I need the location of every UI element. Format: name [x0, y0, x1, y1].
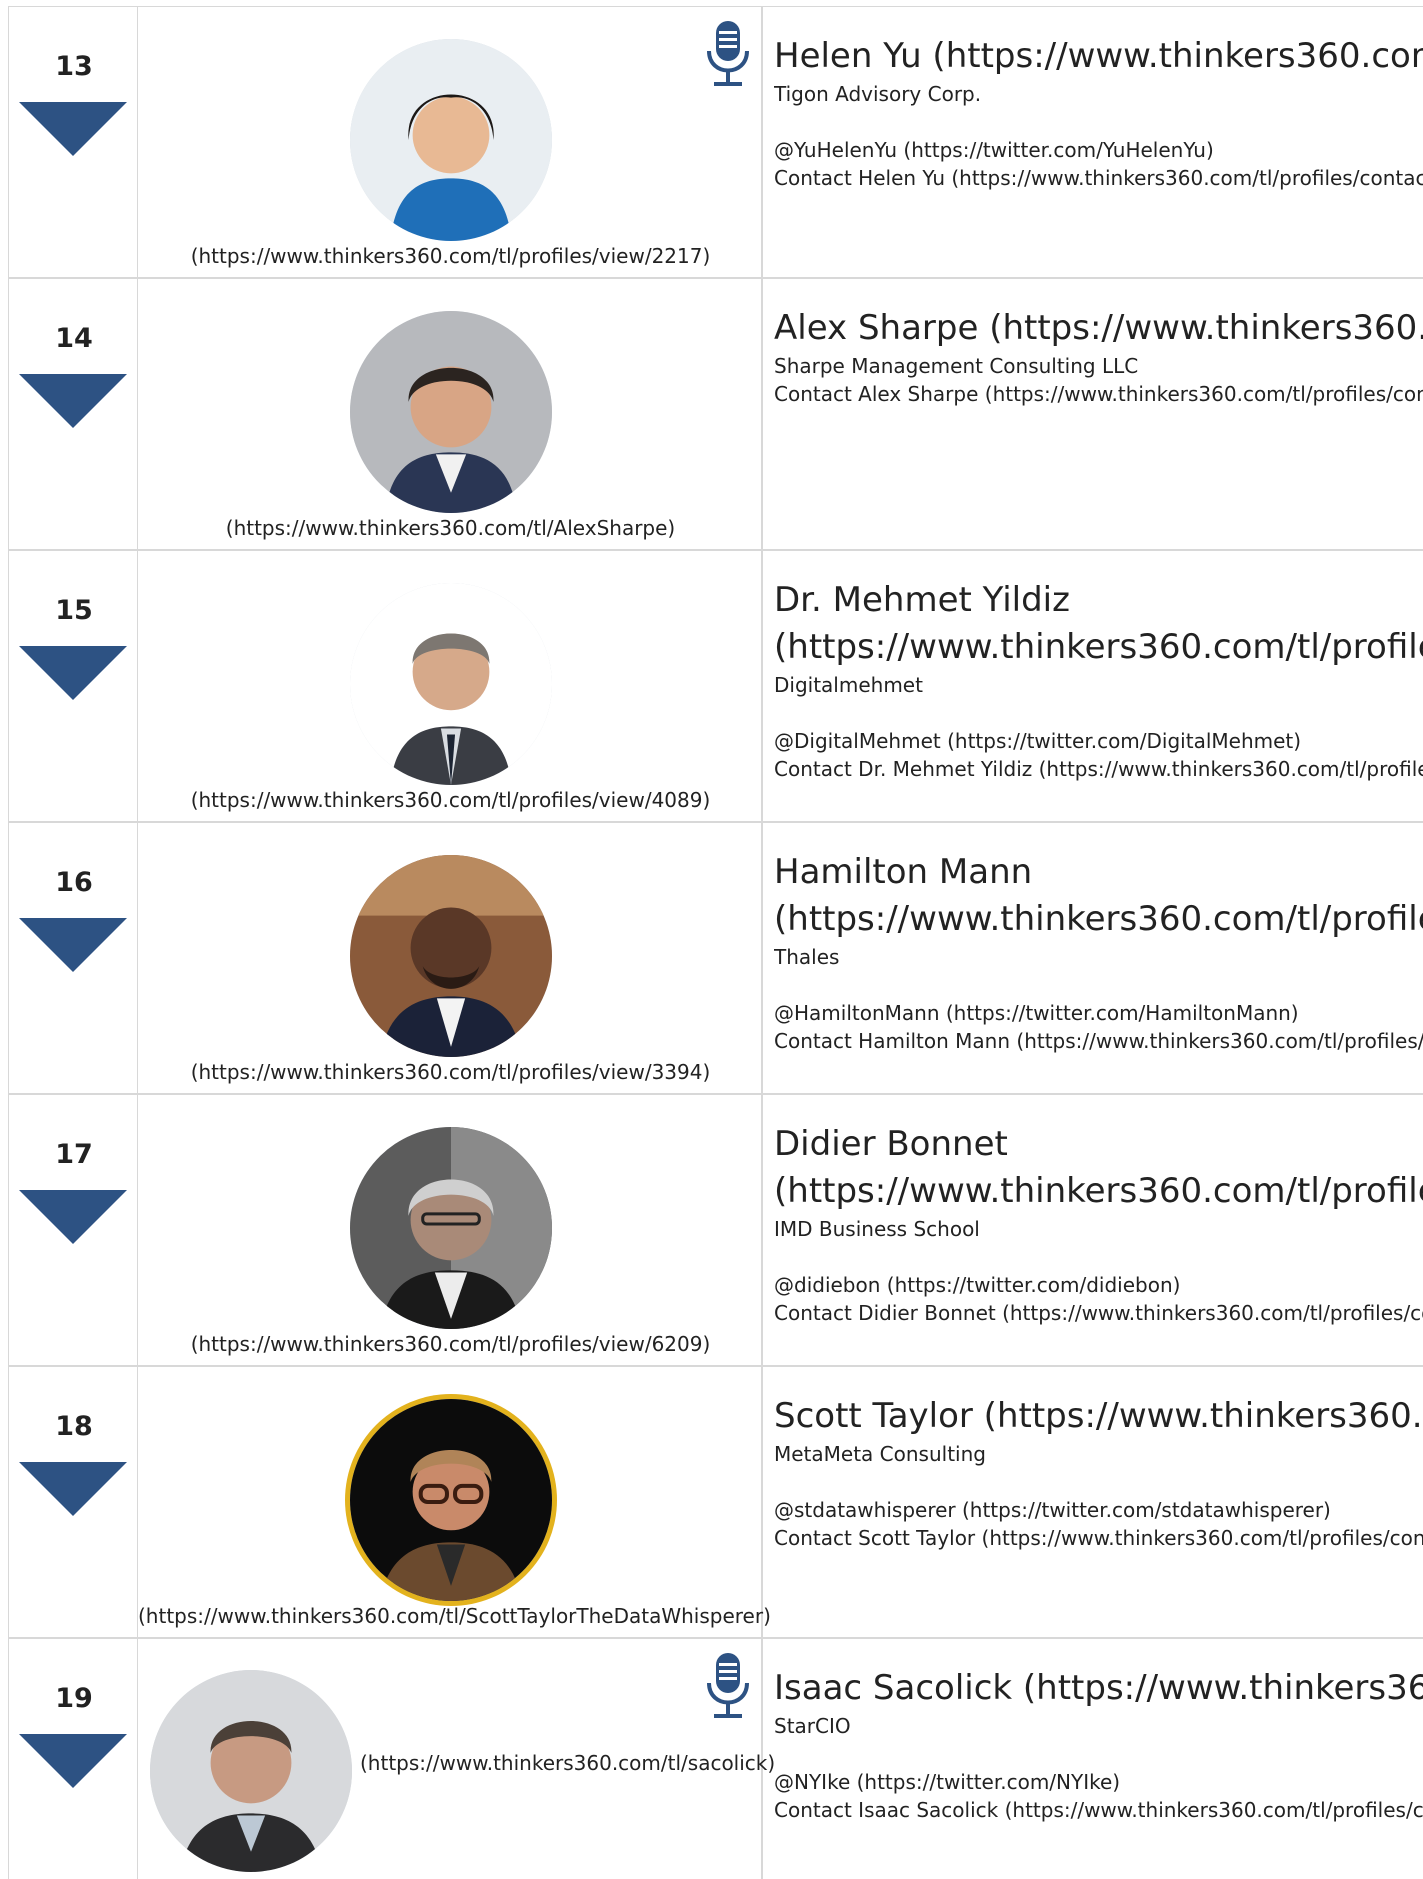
rank-number: 16: [55, 867, 93, 898]
profile-photo-link[interactable]: (https://www.thinkers360.com/tl/profiles…: [138, 788, 763, 812]
microphone-icon[interactable]: [705, 1651, 751, 1721]
contact-link[interactable]: Contact Didier Bonnet (https://www.think…: [774, 1299, 1423, 1327]
thinker-name-link[interactable]: Didier Bonnet (https://www.thinkers360.c…: [774, 1121, 1423, 1215]
table-row: 19 (https://www.thinkers360.com/tl/sacol…: [8, 1639, 1423, 1879]
contact-link[interactable]: Contact Alex Sharpe (https://www.thinker…: [774, 380, 1423, 408]
thinker-name-link[interactable]: Helen Yu (https://www.thinkers360.com/tl…: [774, 33, 1423, 80]
info-cell: Hamilton Mann (https://www.thinkers360.c…: [774, 823, 1423, 1093]
photo-cell: (https://www.thinkers360.com/tl/sacolick…: [138, 1639, 775, 1879]
contact-link[interactable]: Contact Isaac Sacolick (https://www.thin…: [774, 1796, 1423, 1824]
rank-number: 13: [55, 51, 93, 82]
down-triangle-icon[interactable]: [19, 1462, 127, 1516]
avatar[interactable]: [350, 583, 552, 785]
table-row: 16 (https://www.thinkers360.com/tl/profi…: [8, 823, 1423, 1095]
twitter-link[interactable]: @NYIke (https://twitter.com/NYIke): [774, 1768, 1423, 1796]
avatar[interactable]: [350, 1127, 552, 1329]
photo-cell: (https://www.thinkers360.com/tl/AlexShar…: [138, 279, 763, 549]
info-cell: Didier Bonnet (https://www.thinkers360.c…: [774, 1095, 1423, 1365]
company-name: Sharpe Management Consulting LLC: [774, 354, 1139, 378]
rank-number: 19: [55, 1683, 93, 1714]
profile-photo-link[interactable]: (https://www.thinkers360.com/tl/profiles…: [138, 1332, 763, 1356]
rank-cell: 19: [8, 1639, 138, 1879]
company-name: IMD Business School: [774, 1217, 980, 1241]
table-row: 18 (https://www.thinkers360.com/tl/Scott…: [8, 1367, 1423, 1639]
company-name: MetaMeta Consulting: [774, 1442, 986, 1466]
down-triangle-icon[interactable]: [19, 646, 127, 700]
company-name: StarCIO: [774, 1714, 851, 1738]
info-cell: Isaac Sacolick (https://www.thinkers360.…: [774, 1639, 1423, 1879]
profile-photo-link[interactable]: (https://www.thinkers360.com/tl/sacolick…: [360, 1751, 775, 1775]
table-row: 17 (https://www.thinkers360.com/tl/profi…: [8, 1095, 1423, 1367]
rank-number: 18: [55, 1411, 93, 1442]
thinker-name-link[interactable]: Hamilton Mann (https://www.thinkers360.c…: [774, 849, 1423, 943]
table-row: 14 (https://www.thinkers360.com/tl/AlexS…: [8, 279, 1423, 551]
table-row: 15 (https://www.thinkers360.com/tl/profi…: [8, 551, 1423, 823]
rank-cell: 13: [8, 7, 138, 277]
avatar[interactable]: [350, 39, 552, 241]
photo-cell: (https://www.thinkers360.com/tl/profiles…: [138, 7, 763, 277]
twitter-link[interactable]: @HamiltonMann (https://twitter.com/Hamil…: [774, 999, 1423, 1027]
contact-link[interactable]: Contact Helen Yu (https://www.thinkers36…: [774, 164, 1423, 192]
info-cell: Alex Sharpe (https://www.thinkers360.com…: [774, 279, 1423, 549]
rank-cell: 18: [8, 1367, 138, 1637]
info-cell: Scott Taylor (https://www.thinkers360.co…: [774, 1367, 1423, 1637]
ranking-table: 13 (https://www.thinkers360.com/tl/profi…: [8, 6, 1423, 1879]
profile-photo-link[interactable]: (https://www.thinkers360.com/tl/profiles…: [138, 244, 763, 268]
thinker-name-link[interactable]: Alex Sharpe (https://www.thinkers360.com: [774, 305, 1423, 352]
rank-cell: 16: [8, 823, 138, 1093]
contact-link[interactable]: Contact Dr. Mehmet Yildiz (https://www.t…: [774, 755, 1423, 783]
avatar[interactable]: [350, 1399, 552, 1601]
contact-link[interactable]: Contact Scott Taylor (https://www.thinke…: [774, 1524, 1423, 1552]
avatar[interactable]: [150, 1670, 352, 1872]
rank-number: 15: [55, 595, 93, 626]
down-triangle-icon[interactable]: [19, 102, 127, 156]
thinker-name-link[interactable]: Isaac Sacolick (https://www.thinkers360.…: [774, 1665, 1423, 1712]
thinker-name-link[interactable]: Dr. Mehmet Yildiz (https://www.thinkers3…: [774, 577, 1423, 671]
photo-cell: (https://www.thinkers360.com/tl/profiles…: [138, 823, 763, 1093]
profile-photo-link[interactable]: (https://www.thinkers360.com/tl/ScottTay…: [138, 1604, 771, 1628]
photo-cell: (https://www.thinkers360.com/tl/profiles…: [138, 1095, 763, 1365]
rank-cell: 15: [8, 551, 138, 821]
photo-cell: (https://www.thinkers360.com/tl/ScottTay…: [138, 1367, 771, 1637]
avatar[interactable]: [350, 855, 552, 1057]
profile-photo-link[interactable]: (https://www.thinkers360.com/tl/profiles…: [138, 1060, 763, 1084]
thinker-name-link[interactable]: Scott Taylor (https://www.thinkers360.co…: [774, 1393, 1423, 1440]
down-triangle-icon[interactable]: [19, 1190, 127, 1244]
rank-number: 17: [55, 1139, 93, 1170]
avatar[interactable]: [350, 311, 552, 513]
down-triangle-icon[interactable]: [19, 1734, 127, 1788]
contact-link[interactable]: Contact Hamilton Mann (https://www.think…: [774, 1027, 1423, 1055]
rank-cell: 14: [8, 279, 138, 549]
table-row: 13 (https://www.thinkers360.com/tl/profi…: [8, 7, 1423, 279]
company-name: Thales: [774, 945, 840, 969]
company-name: Digitalmehmet: [774, 673, 923, 697]
photo-cell: (https://www.thinkers360.com/tl/profiles…: [138, 551, 763, 821]
twitter-link[interactable]: @stdatawhisperer (https://twitter.com/st…: [774, 1496, 1423, 1524]
rank-cell: 17: [8, 1095, 138, 1365]
twitter-link[interactable]: @YuHelenYu (https://twitter.com/YuHelenY…: [774, 136, 1423, 164]
info-cell: Helen Yu (https://www.thinkers360.com/tl…: [774, 7, 1423, 277]
company-name: Tigon Advisory Corp.: [774, 82, 982, 106]
rank-number: 14: [55, 323, 93, 354]
microphone-icon[interactable]: [705, 19, 751, 89]
twitter-link[interactable]: @didiebon (https://twitter.com/didiebon): [774, 1271, 1423, 1299]
twitter-link[interactable]: @DigitalMehmet (https://twitter.com/Digi…: [774, 727, 1423, 755]
profile-photo-link[interactable]: (https://www.thinkers360.com/tl/AlexShar…: [138, 516, 763, 540]
down-triangle-icon[interactable]: [19, 374, 127, 428]
down-triangle-icon[interactable]: [19, 918, 127, 972]
info-cell: Dr. Mehmet Yildiz (https://www.thinkers3…: [774, 551, 1423, 821]
